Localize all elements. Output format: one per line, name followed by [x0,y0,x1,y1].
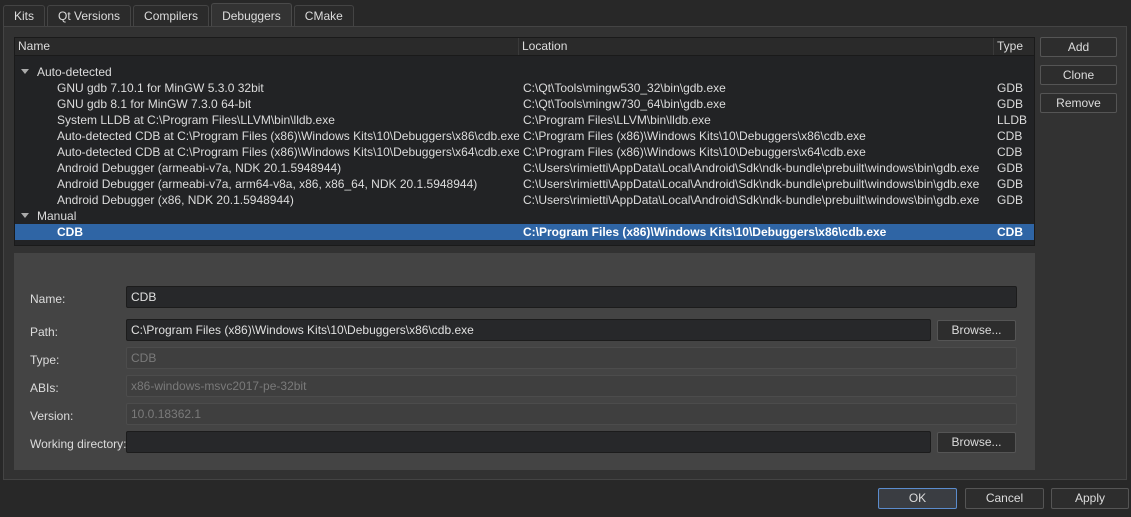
debugger-type-cell: GDB [997,161,1024,175]
debugger-details: Name: CDB Path: C:\Program Files (x86)\W… [14,253,1035,470]
remove-button[interactable]: Remove [1040,93,1117,113]
apply-button[interactable]: Apply [1051,488,1129,509]
debugger-row[interactable]: GNU gdb 8.1 for MinGW 7.3.0 64-bit C:\Qt\… [15,96,1034,112]
debugger-name-cell: GNU gdb 8.1 for MinGW 7.3.0 64-bit [57,97,252,111]
debugger-type-cell: CDB [997,129,1023,143]
tree-group-auto-detected[interactable]: Auto-detected [15,64,1034,80]
working-directory-browse-button[interactable]: Browse... [937,432,1016,453]
debugger-location-cell: C:\Program Files (x86)\Windows Kits\10\D… [523,145,866,159]
debugger-row[interactable]: System LLDB at C:\Program Files\LLVM\bin… [15,112,1034,128]
debugger-row[interactable]: CDB C:\Program Files (x86)\Windows Kits\1… [15,224,1034,240]
debuggers-panel: Name Location Type Auto-detected GNU gdb … [3,26,1127,480]
debugger-location-cell: C:\Users\rimietti\AppData\Local\Android\… [523,161,980,175]
debugger-name-cell: Auto-detected CDB at C:\Program Files (x… [57,129,519,143]
abis-label: ABIs: [30,381,59,395]
tree-header: Name Location Type [15,38,1034,56]
debugger-name-cell: Android Debugger (x86, NDK 20.1.5948944) [57,193,294,207]
tab-debuggers[interactable]: Debuggers [211,3,292,27]
debugger-row[interactable]: Android Debugger (x86, NDK 20.1.5948944)… [15,192,1034,208]
debugger-row[interactable]: Auto-detected CDB at C:\Program Files (x… [15,144,1034,160]
abis-field: x86-windows-msvc2017-pe-32bit [126,375,1017,397]
debugger-location-cell: C:\Qt\Tools\mingw530_32\bin\gdb.exe [523,81,726,95]
group-name-cell: Auto-detected [15,64,519,80]
expand-caret-icon[interactable] [21,69,29,75]
tree-body: Auto-detected GNU gdb 7.10.1 for MinGW 5.… [15,56,1034,240]
debugger-type-cell: CDB [997,225,1023,239]
debugger-tree[interactable]: Name Location Type Auto-detected GNU gdb … [14,37,1035,246]
type-field: CDB [126,347,1017,369]
debugger-name-cell: Auto-detected CDB at C:\Program Files (x… [57,145,519,159]
path-field[interactable]: C:\Program Files (x86)\Windows Kits\10\D… [126,319,931,341]
debugger-type-cell: LLDB [997,113,1028,127]
debugger-name-cell: CDB [57,225,83,239]
version-field: 10.0.18362.1 [126,403,1017,425]
debugger-type-cell: GDB [997,97,1024,111]
debugger-location-cell: C:\Program Files (x86)\Windows Kits\10\D… [523,129,866,143]
debugger-location-cell: C:\Program Files\LLVM\bin\lldb.exe [523,113,711,127]
add-button[interactable]: Add [1040,37,1117,57]
debugger-row[interactable]: Android Debugger (armeabi-v7a, arm64-v8a… [15,176,1034,192]
debugger-location-cell: C:\Users\rimietti\AppData\Local\Android\… [523,177,980,191]
debugger-location-cell: C:\Users\rimietti\AppData\Local\Android\… [523,193,980,207]
debugger-type-cell: GDB [997,193,1024,207]
ok-button[interactable]: OK [878,488,957,509]
column-header-location[interactable]: Location [519,38,994,55]
group-label: Auto-detected [37,65,112,79]
debugger-name-cell: GNU gdb 7.10.1 for MinGW 5.3.0 32bit [57,81,264,95]
debugger-location-cell: C:\Qt\Tools\mingw730_64\bin\gdb.exe [523,97,726,111]
cancel-button[interactable]: Cancel [965,488,1044,509]
working-directory-field[interactable] [126,431,931,453]
debugger-name-cell: System LLDB at C:\Program Files\LLVM\bin… [57,113,335,127]
column-header-type[interactable]: Type [994,38,1034,55]
tab-kits[interactable]: Kits [3,5,46,26]
group-name-cell: Manual [15,208,519,224]
group-label: Manual [37,209,77,223]
tab-bar: Kits Qt Versions Compilers Debuggers CMa… [3,3,356,27]
debugger-name-cell: Android Debugger (armeabi-v7a, arm64-v8a… [57,177,478,191]
path-label: Path: [30,325,59,339]
debugger-row[interactable]: Android Debugger (armeabi-v7a, NDK 20.1.… [15,160,1034,176]
tree-group-manual[interactable]: Manual [15,208,1034,224]
type-label: Type: [30,353,60,367]
path-browse-button[interactable]: Browse... [937,320,1016,341]
version-label: Version: [30,409,74,423]
tab-qt-versions[interactable]: Qt Versions [47,5,132,26]
tab-compilers[interactable]: Compilers [133,5,210,26]
debugger-row[interactable]: Auto-detected CDB at C:\Program Files (x… [15,128,1034,144]
debugger-name-cell: Android Debugger (armeabi-v7a, NDK 20.1.… [57,161,342,175]
name-label: Name: [30,292,66,306]
clone-button[interactable]: Clone [1040,65,1117,85]
working-directory-label: Working directory: [30,437,127,451]
debugger-type-cell: GDB [997,177,1024,191]
debugger-type-cell: GDB [997,81,1024,95]
tab-cmake[interactable]: CMake [293,5,354,26]
expand-caret-icon[interactable] [21,213,29,219]
column-header-name[interactable]: Name [15,38,519,55]
debugger-type-cell: CDB [997,145,1023,159]
debugger-row[interactable]: GNU gdb 7.10.1 for MinGW 5.3.0 32bit C:\Q… [15,80,1034,96]
debugger-location-cell: C:\Program Files (x86)\Windows Kits\10\D… [523,225,887,239]
name-field[interactable]: CDB [126,286,1017,308]
